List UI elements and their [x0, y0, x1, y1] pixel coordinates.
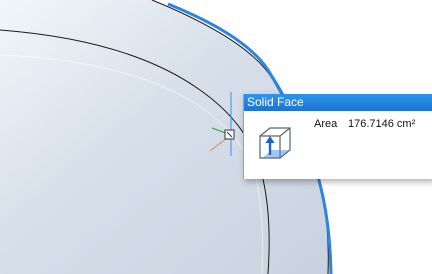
area-label: Area — [314, 118, 338, 130]
solid-face-icon — [259, 127, 291, 159]
solid-face-tooltip: Solid Face Area 176.7146 cm² — [243, 94, 432, 179]
tooltip-title: Solid Face — [244, 94, 432, 111]
area-value: 176.7146 cm² — [348, 118, 416, 130]
tooltip-body: Area 176.7146 cm² — [244, 111, 432, 179]
snap-marker-icon — [224, 129, 235, 140]
